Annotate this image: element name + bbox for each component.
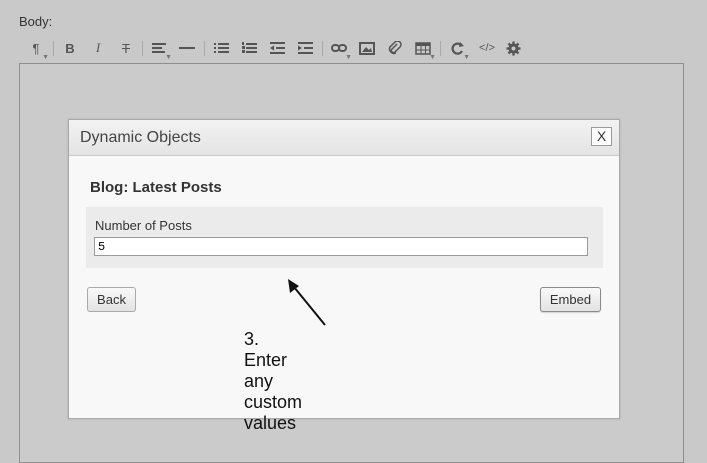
annotation-text: 3. Enter any custom values [244,329,303,433]
annotation-arrow-icon [288,279,326,326]
